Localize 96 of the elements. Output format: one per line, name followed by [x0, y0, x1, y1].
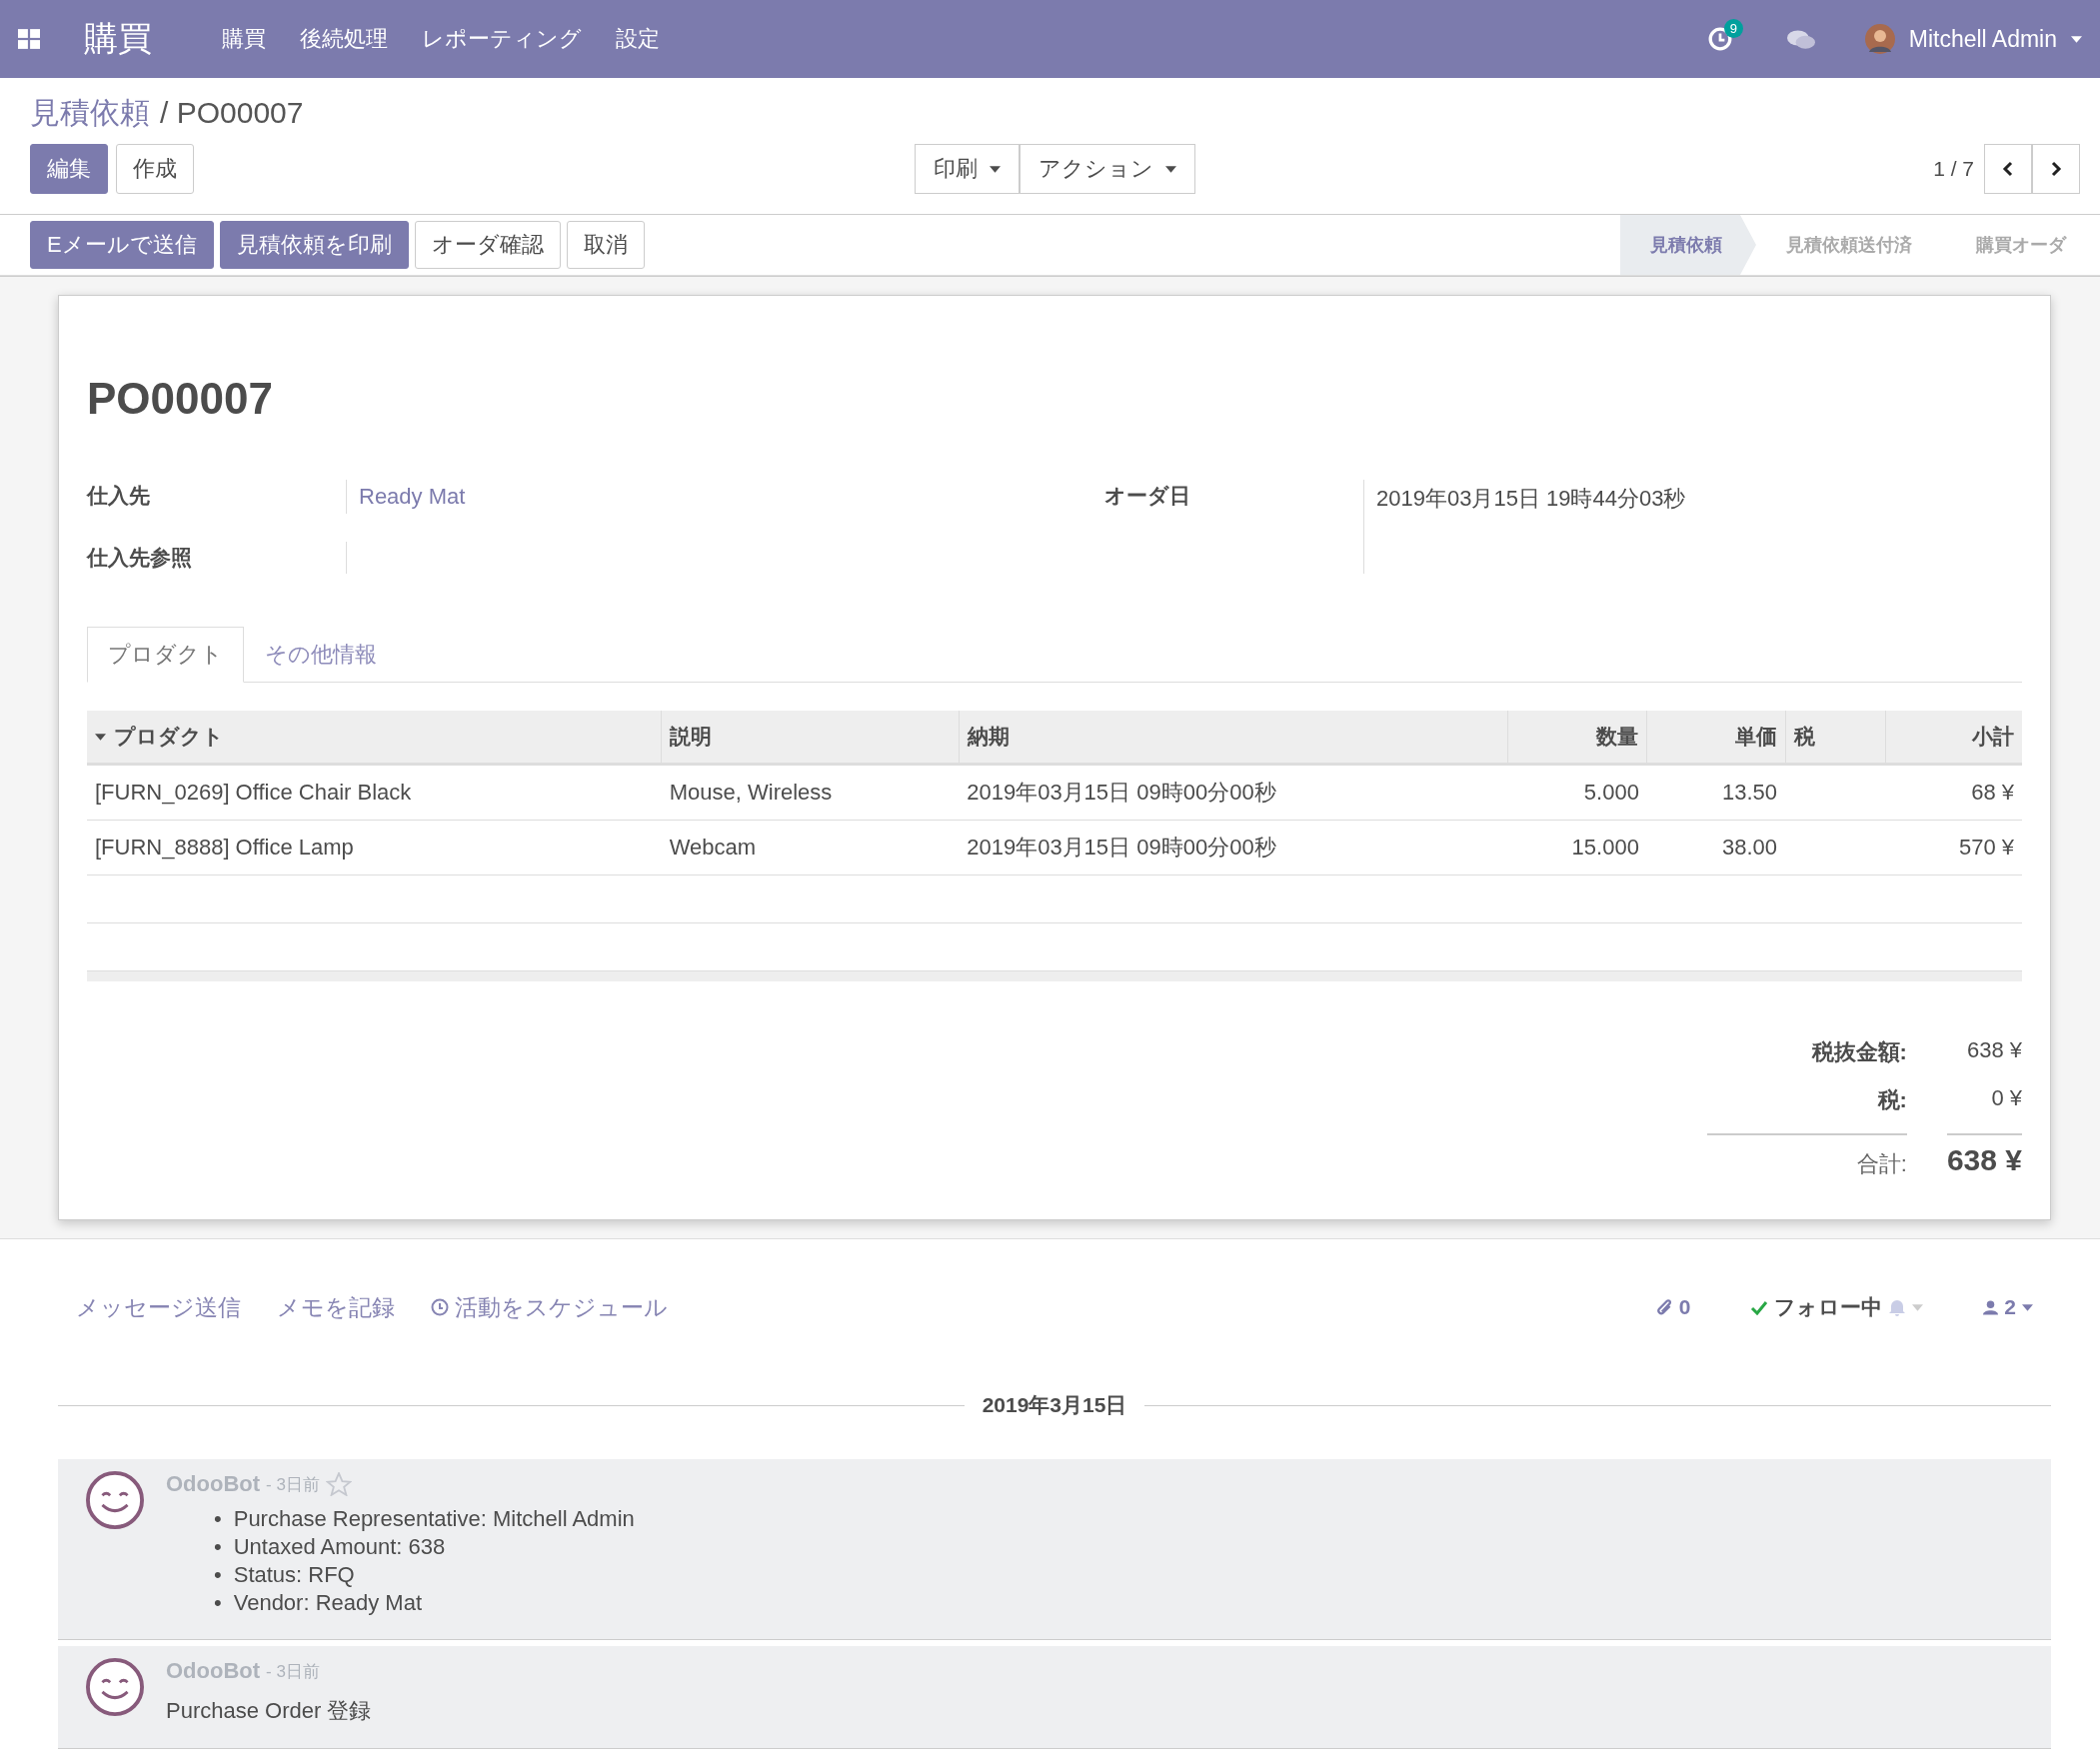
status-stage[interactable]: 購買オーダ — [1946, 215, 2100, 275]
table-cell: Mouse, Wireless — [661, 764, 960, 821]
caret-icon — [2022, 1303, 2033, 1311]
smiley-avatar-icon — [86, 1471, 144, 1529]
action-button[interactable]: 作成 — [116, 144, 194, 194]
record-title: PO00007 — [87, 374, 274, 424]
menu-item[interactable]: 購買 — [222, 24, 266, 54]
total-label: 税: — [1876, 1086, 1907, 1114]
tracking-item: Untaxed Amount: 638 — [233, 1533, 446, 1561]
field-value: 2019年03月15日 19時44分03秒 — [1375, 485, 1687, 513]
bullet: • — [214, 1589, 222, 1617]
tab[interactable]: プロダクト — [87, 627, 244, 683]
total-value: 638 ¥ — [1946, 1133, 2022, 1179]
tracking-item: Purchase Representative: Mitchell Admin — [233, 1505, 635, 1533]
follow-button[interactable]: フォロー中 — [1750, 1293, 1924, 1321]
header-button[interactable]: 見積依頼を印刷 — [219, 221, 409, 269]
star-icon — [325, 1472, 352, 1496]
message-body: Purchase Order 登録 — [166, 1697, 372, 1725]
table-cell: 2019年03月15日 09時00分00秒 — [959, 820, 1508, 876]
column-header[interactable]: プロダクト — [87, 711, 662, 765]
column-header[interactable]: 説明 — [661, 711, 960, 765]
app-title[interactable]: 購買 — [84, 16, 152, 62]
bell-icon — [1888, 1298, 1907, 1316]
attachments-button[interactable]: 0 — [1654, 1295, 1691, 1319]
table-cell: [FURN_8888] Office Lamp — [87, 820, 662, 876]
chat-bubbles-icon — [1786, 28, 1815, 50]
chevron-left-icon — [2002, 161, 2014, 177]
dropdown-button[interactable]: アクション — [1020, 144, 1195, 194]
smiley-avatar-icon — [86, 1658, 144, 1716]
previous-button[interactable] — [1984, 144, 2032, 194]
breadcrumb-link[interactable]: 見積依頼 — [30, 92, 150, 134]
caret-icon — [1912, 1303, 1924, 1311]
breadcrumb-current: / PO00007 — [160, 96, 304, 130]
tracking-item: Vendor: Ready Mat — [233, 1589, 423, 1617]
vendor-link[interactable]: Ready Mat — [347, 480, 1035, 514]
activity-clock-icon — [1707, 27, 1732, 51]
total-value: 0 ¥ — [1990, 1085, 2022, 1112]
next-button[interactable] — [2032, 144, 2080, 194]
header-button[interactable]: 取消 — [566, 221, 645, 269]
check-icon — [1750, 1299, 1769, 1315]
bullet: • — [214, 1533, 222, 1561]
action-button[interactable]: 編集 — [30, 144, 108, 194]
message-author: OdooBot — [166, 1658, 261, 1684]
date-separator: 2019年3月15日 — [982, 1392, 1127, 1418]
caret-icon — [1165, 165, 1176, 173]
message-author: OdooBot — [166, 1471, 261, 1497]
chatter-action-link[interactable]: メモを記録 — [277, 1291, 395, 1323]
table-cell: 38.00 — [1646, 820, 1785, 876]
menu-item[interactable]: レポーティング — [422, 24, 582, 54]
menu-item[interactable]: 後続処理 — [300, 24, 388, 54]
table-cell: 570 ¥ — [1885, 820, 2022, 876]
chatter-action-link[interactable]: メッセージ送信 — [76, 1291, 241, 1323]
menu-item[interactable]: 設定 — [616, 24, 660, 54]
table-cell: 68 ¥ — [1885, 764, 2022, 821]
message-time: - 3日前 — [266, 1473, 320, 1496]
followers-button[interactable]: 2 — [1983, 1295, 2033, 1319]
table-cell: Webcam — [661, 820, 960, 876]
header-button[interactable]: Eメールで送信 — [30, 221, 214, 269]
table-cell: 13.50 — [1646, 764, 1785, 821]
column-header[interactable]: 小計 — [1885, 711, 2022, 765]
user-menu[interactable]: Mitchell Admin — [1908, 25, 2057, 53]
message-time: - 3日前 — [266, 1660, 320, 1683]
field-label: 仕入先参照 — [87, 542, 347, 574]
paperclip-icon — [1654, 1299, 1673, 1315]
column-header[interactable]: 単価 — [1646, 711, 1785, 765]
user-icon — [1983, 1299, 1999, 1315]
table-cell: 2019年03月15日 09時00分00秒 — [959, 764, 1508, 821]
caret-icon — [990, 165, 1001, 173]
status-stage[interactable]: 見積依頼 — [1620, 215, 1756, 275]
chevron-right-icon — [2050, 161, 2062, 177]
bullet: • — [214, 1561, 222, 1589]
user-avatar-icon — [1864, 24, 1895, 54]
column-header[interactable]: 税 — [1785, 711, 1886, 765]
table-cell: 15.000 — [1507, 820, 1647, 876]
bullet: • — [214, 1505, 222, 1533]
pager-value: 1 / 7 — [1933, 157, 1974, 181]
field-label: 仕入先 — [87, 480, 347, 514]
caret-icon — [95, 733, 106, 741]
total-value: 638 ¥ — [1965, 1037, 2022, 1064]
total-label: 合計: — [1706, 1133, 1907, 1179]
field-label: オーダ日 — [1104, 480, 1364, 574]
apps-menu-icon — [18, 29, 40, 49]
status-stage[interactable]: 見積依頼送付済 — [1756, 215, 1946, 275]
header-button[interactable]: オーダ確認 — [414, 221, 561, 269]
column-header[interactable]: 納期 — [959, 711, 1508, 765]
caret-icon — [2071, 35, 2082, 43]
schedule-activity-link[interactable]: 活動をスケジュール — [431, 1291, 668, 1323]
tab[interactable]: その他情報 — [244, 627, 398, 683]
table-cell: 5.000 — [1507, 764, 1647, 821]
clock-icon — [431, 1298, 449, 1316]
table-cell: [FURN_0269] Office Chair Black — [87, 764, 662, 821]
tracking-item: Status: RFQ — [233, 1561, 355, 1589]
column-header[interactable]: 数量 — [1507, 711, 1647, 765]
activity-count-badge: 9 — [1723, 19, 1743, 38]
dropdown-button[interactable]: 印刷 — [915, 144, 1020, 194]
total-label: 税抜金額: — [1810, 1038, 1907, 1066]
